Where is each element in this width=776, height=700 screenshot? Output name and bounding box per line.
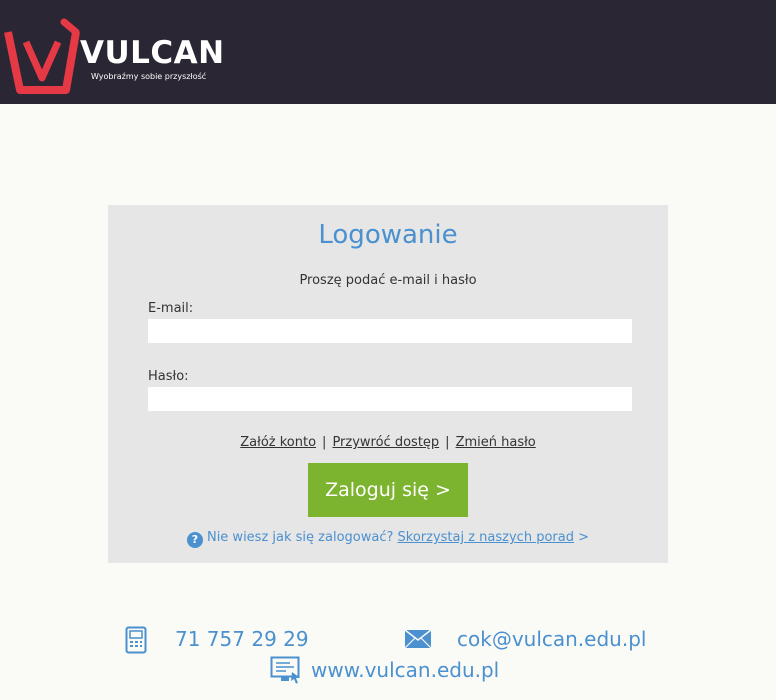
vulcan-logo-icon[interactable] bbox=[2, 18, 82, 96]
password-label: Hasło: bbox=[148, 369, 189, 384]
link-separator: | bbox=[322, 435, 327, 450]
change-password-link[interactable]: Zmień hasło bbox=[456, 435, 536, 450]
email-label: E-mail: bbox=[148, 301, 194, 316]
brand-name: VULCAN bbox=[80, 35, 225, 71]
help-arrow: > bbox=[578, 530, 590, 545]
restore-access-link[interactable]: Przywróć dostęp bbox=[332, 435, 439, 450]
question-icon: ? bbox=[186, 532, 203, 548]
phone-icon bbox=[125, 626, 147, 654]
login-panel: Logowanie Proszę podać e-mail i hasło E-… bbox=[108, 205, 668, 563]
help-text: Nie wiesz jak się zalogować? bbox=[206, 530, 394, 545]
brand-tagline: Wyobraźmy sobie przyszłość bbox=[91, 72, 207, 81]
account-links: Załóż konto | Przywróć dostęp | Zmień hasło bbox=[108, 435, 668, 451]
contact-email[interactable]: cok@vulcan.edu.pl bbox=[457, 627, 646, 651]
header-bar: VULCAN Wyobraźmy sobie przyszłość bbox=[0, 0, 776, 104]
envelope-icon bbox=[404, 629, 432, 649]
help-link[interactable]: Skorzystaj z naszych porad bbox=[398, 530, 574, 545]
link-separator: | bbox=[445, 435, 450, 450]
help-line: ? Nie wiesz jak się zalogować? Skorzystaj… bbox=[108, 530, 668, 548]
monitor-icon bbox=[270, 656, 300, 684]
password-field[interactable] bbox=[148, 387, 632, 411]
login-button[interactable]: Zaloguj się > bbox=[308, 463, 468, 517]
login-title: Logowanie bbox=[318, 220, 458, 250]
email-field[interactable] bbox=[148, 319, 632, 343]
contact-phone: 71 757 29 29 bbox=[175, 627, 309, 651]
create-account-link[interactable]: Załóż konto bbox=[240, 435, 316, 450]
contact-website[interactable]: www.vulcan.edu.pl bbox=[311, 658, 499, 682]
login-subtitle: Proszę podać e-mail i hasło bbox=[299, 273, 477, 288]
